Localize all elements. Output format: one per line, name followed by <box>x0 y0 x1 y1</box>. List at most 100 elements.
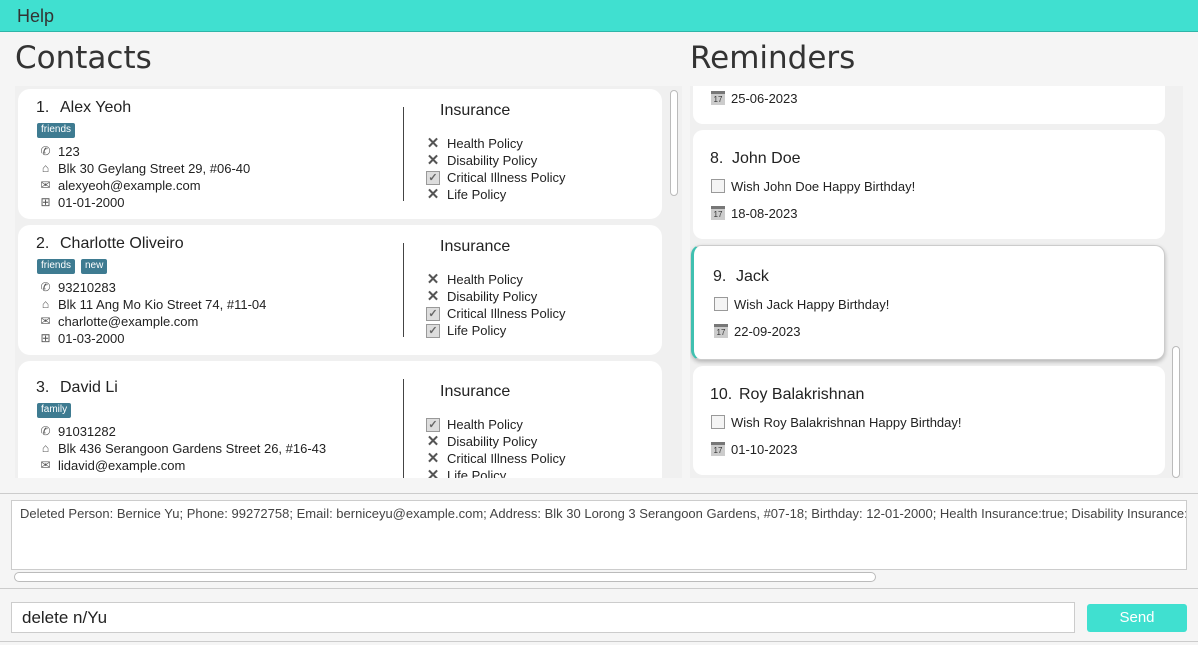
cross-icon: ✕ <box>426 433 440 450</box>
calendar-icon: 17 <box>711 91 725 105</box>
tag-badge: new <box>81 259 108 274</box>
contact-address: Blk 11 Ang Mo Kio Street 74, #11-04 <box>58 297 267 312</box>
insurance-label: Disability Policy <box>447 289 538 304</box>
insurance-label: Critical Illness Policy <box>447 306 566 321</box>
card-divider <box>403 107 404 201</box>
insurance-label: Life Policy <box>447 468 507 478</box>
envelope-icon: ✉ <box>40 458 51 472</box>
contact-index: 3. <box>36 379 50 396</box>
contact-phone: 123 <box>58 144 80 159</box>
insurance-label: Life Policy <box>447 187 507 202</box>
house-icon: ⌂ <box>41 297 50 311</box>
reminder-index: 10. <box>710 386 733 403</box>
contact-phone: 93210283 <box>58 280 116 295</box>
contacts-scrollbar[interactable] <box>670 90 678 196</box>
reminder-date: 25-06-2023 <box>731 91 798 106</box>
reminder-name: Jack <box>736 268 769 285</box>
reminder-date: 18-08-2023 <box>731 206 798 221</box>
cross-icon: ✕ <box>426 135 440 152</box>
checkbox-icon: ✓ <box>426 171 440 185</box>
contact-email: lidavid@example.com <box>58 458 186 473</box>
contact-email: alexyeoh@example.com <box>58 178 201 193</box>
reminder-date: 22-09-2023 <box>734 324 801 339</box>
contact-card[interactable]: 1. Alex Yeoh friends ✆ 123 ⌂ Blk 30 Geyl… <box>18 89 662 219</box>
phone-icon: ✆ <box>40 144 51 158</box>
insurance-label: Critical Illness Policy <box>447 451 566 466</box>
calendar-icon: 17 <box>711 442 725 456</box>
cross-icon: ✕ <box>426 186 440 203</box>
insurance-label: Health Policy <box>447 417 523 432</box>
insurance-heading: Insurance <box>440 102 511 119</box>
cake-icon: ⊞ <box>40 195 51 209</box>
reminder-card[interactable]: 10. Roy Balakrishnan Wish Roy Balakrishn… <box>693 366 1165 475</box>
divider <box>0 588 1198 589</box>
house-icon: ⌂ <box>41 161 50 175</box>
card-divider <box>403 243 404 337</box>
reminder-date: 01-10-2023 <box>731 442 798 457</box>
insurance-heading: Insurance <box>440 383 511 400</box>
checkbox-icon: ✓ <box>426 324 440 338</box>
result-horizontal-scrollbar[interactable] <box>14 572 876 582</box>
menu-bar: Help <box>0 0 1198 32</box>
tag-badge: friends <box>37 123 76 138</box>
envelope-icon: ✉ <box>40 314 51 328</box>
cake-icon: ⊞ <box>38 476 53 479</box>
reminder-card[interactable]: 17 25-06-2023 <box>693 86 1165 124</box>
contact-index: 2. <box>36 235 50 252</box>
contact-card[interactable]: 3. David Li family ✆ 91031282 ⌂ Blk 436 … <box>18 361 662 478</box>
reminder-name: John Doe <box>732 150 801 167</box>
insurance-label: Health Policy <box>447 272 523 287</box>
reminders-list[interactable]: 17 25-06-2023 8. John Doe Wish John Doe … <box>690 86 1183 478</box>
insurance-label: Critical Illness Policy <box>447 170 566 185</box>
insurance-heading: Insurance <box>440 238 511 255</box>
reminder-index: 9. <box>713 268 727 285</box>
reminder-index: 8. <box>710 150 724 167</box>
contacts-list[interactable]: 1. Alex Yeoh friends ✆ 123 ⌂ Blk 30 Geyl… <box>15 86 682 478</box>
insurance-label: Life Policy <box>447 323 507 338</box>
checkbox-icon: ✓ <box>426 307 440 321</box>
contact-email: charlotte@example.com <box>58 314 199 329</box>
reminders-title: Reminders <box>690 40 856 76</box>
card-divider <box>403 379 404 478</box>
cake-icon: ⊞ <box>40 331 51 345</box>
tag-badge: family <box>37 403 72 418</box>
reminders-scrollbar[interactable] <box>1172 346 1180 478</box>
note-icon <box>711 179 725 193</box>
cross-icon: ✕ <box>426 467 440 478</box>
contact-birthday: 01-03-2000 <box>58 331 125 346</box>
reminder-message: Wish Roy Balakrishnan Happy Birthday! <box>731 415 962 430</box>
house-icon: ⌂ <box>41 441 50 455</box>
tag-badge: friends <box>37 259 76 274</box>
reminder-card-selected[interactable]: 9. Jack Wish Jack Happy Birthday! 17 22-… <box>691 245 1165 360</box>
contact-phone: 91031282 <box>58 424 116 439</box>
reminder-message: Wish Jack Happy Birthday! <box>734 297 890 312</box>
result-display[interactable]: Deleted Person: Bernice Yu; Phone: 99272… <box>11 500 1187 570</box>
checkbox-icon: ✓ <box>426 418 440 432</box>
menu-help[interactable]: Help <box>17 6 54 27</box>
envelope-icon: ✉ <box>40 178 51 192</box>
contact-address: Blk 436 Serangoon Gardens Street 26, #16… <box>58 441 327 456</box>
divider <box>0 493 1198 494</box>
contact-address: Blk 30 Geylang Street 29, #06-40 <box>58 161 251 176</box>
calendar-icon: 17 <box>711 206 725 220</box>
phone-icon: ✆ <box>40 280 51 294</box>
cross-icon: ✕ <box>426 271 440 288</box>
note-icon <box>711 415 725 429</box>
contact-name: Alex Yeoh <box>60 99 132 116</box>
cross-icon: ✕ <box>426 450 440 467</box>
command-input[interactable]: delete n/Yu <box>11 602 1075 633</box>
send-button[interactable]: Send <box>1087 604 1187 632</box>
contact-card[interactable]: 2. Charlotte Oliveiro friends new ✆ 9321… <box>18 225 662 355</box>
cross-icon: ✕ <box>426 288 440 305</box>
contact-name: Charlotte Oliveiro <box>60 235 184 252</box>
contact-birthday: 01-01-2000 <box>58 195 125 210</box>
reminder-card[interactable]: 8. John Doe Wish John Doe Happy Birthday… <box>693 130 1165 239</box>
result-text: Deleted Person: Bernice Yu; Phone: 99272… <box>20 506 1187 521</box>
insurance-label: Disability Policy <box>447 153 538 168</box>
insurance-label: Health Policy <box>447 136 523 151</box>
contact-index: 1. <box>36 99 50 116</box>
reminder-name: Roy Balakrishnan <box>739 386 865 403</box>
calendar-icon: 17 <box>714 324 728 338</box>
divider <box>0 641 1198 642</box>
insurance-label: Disability Policy <box>447 434 538 449</box>
